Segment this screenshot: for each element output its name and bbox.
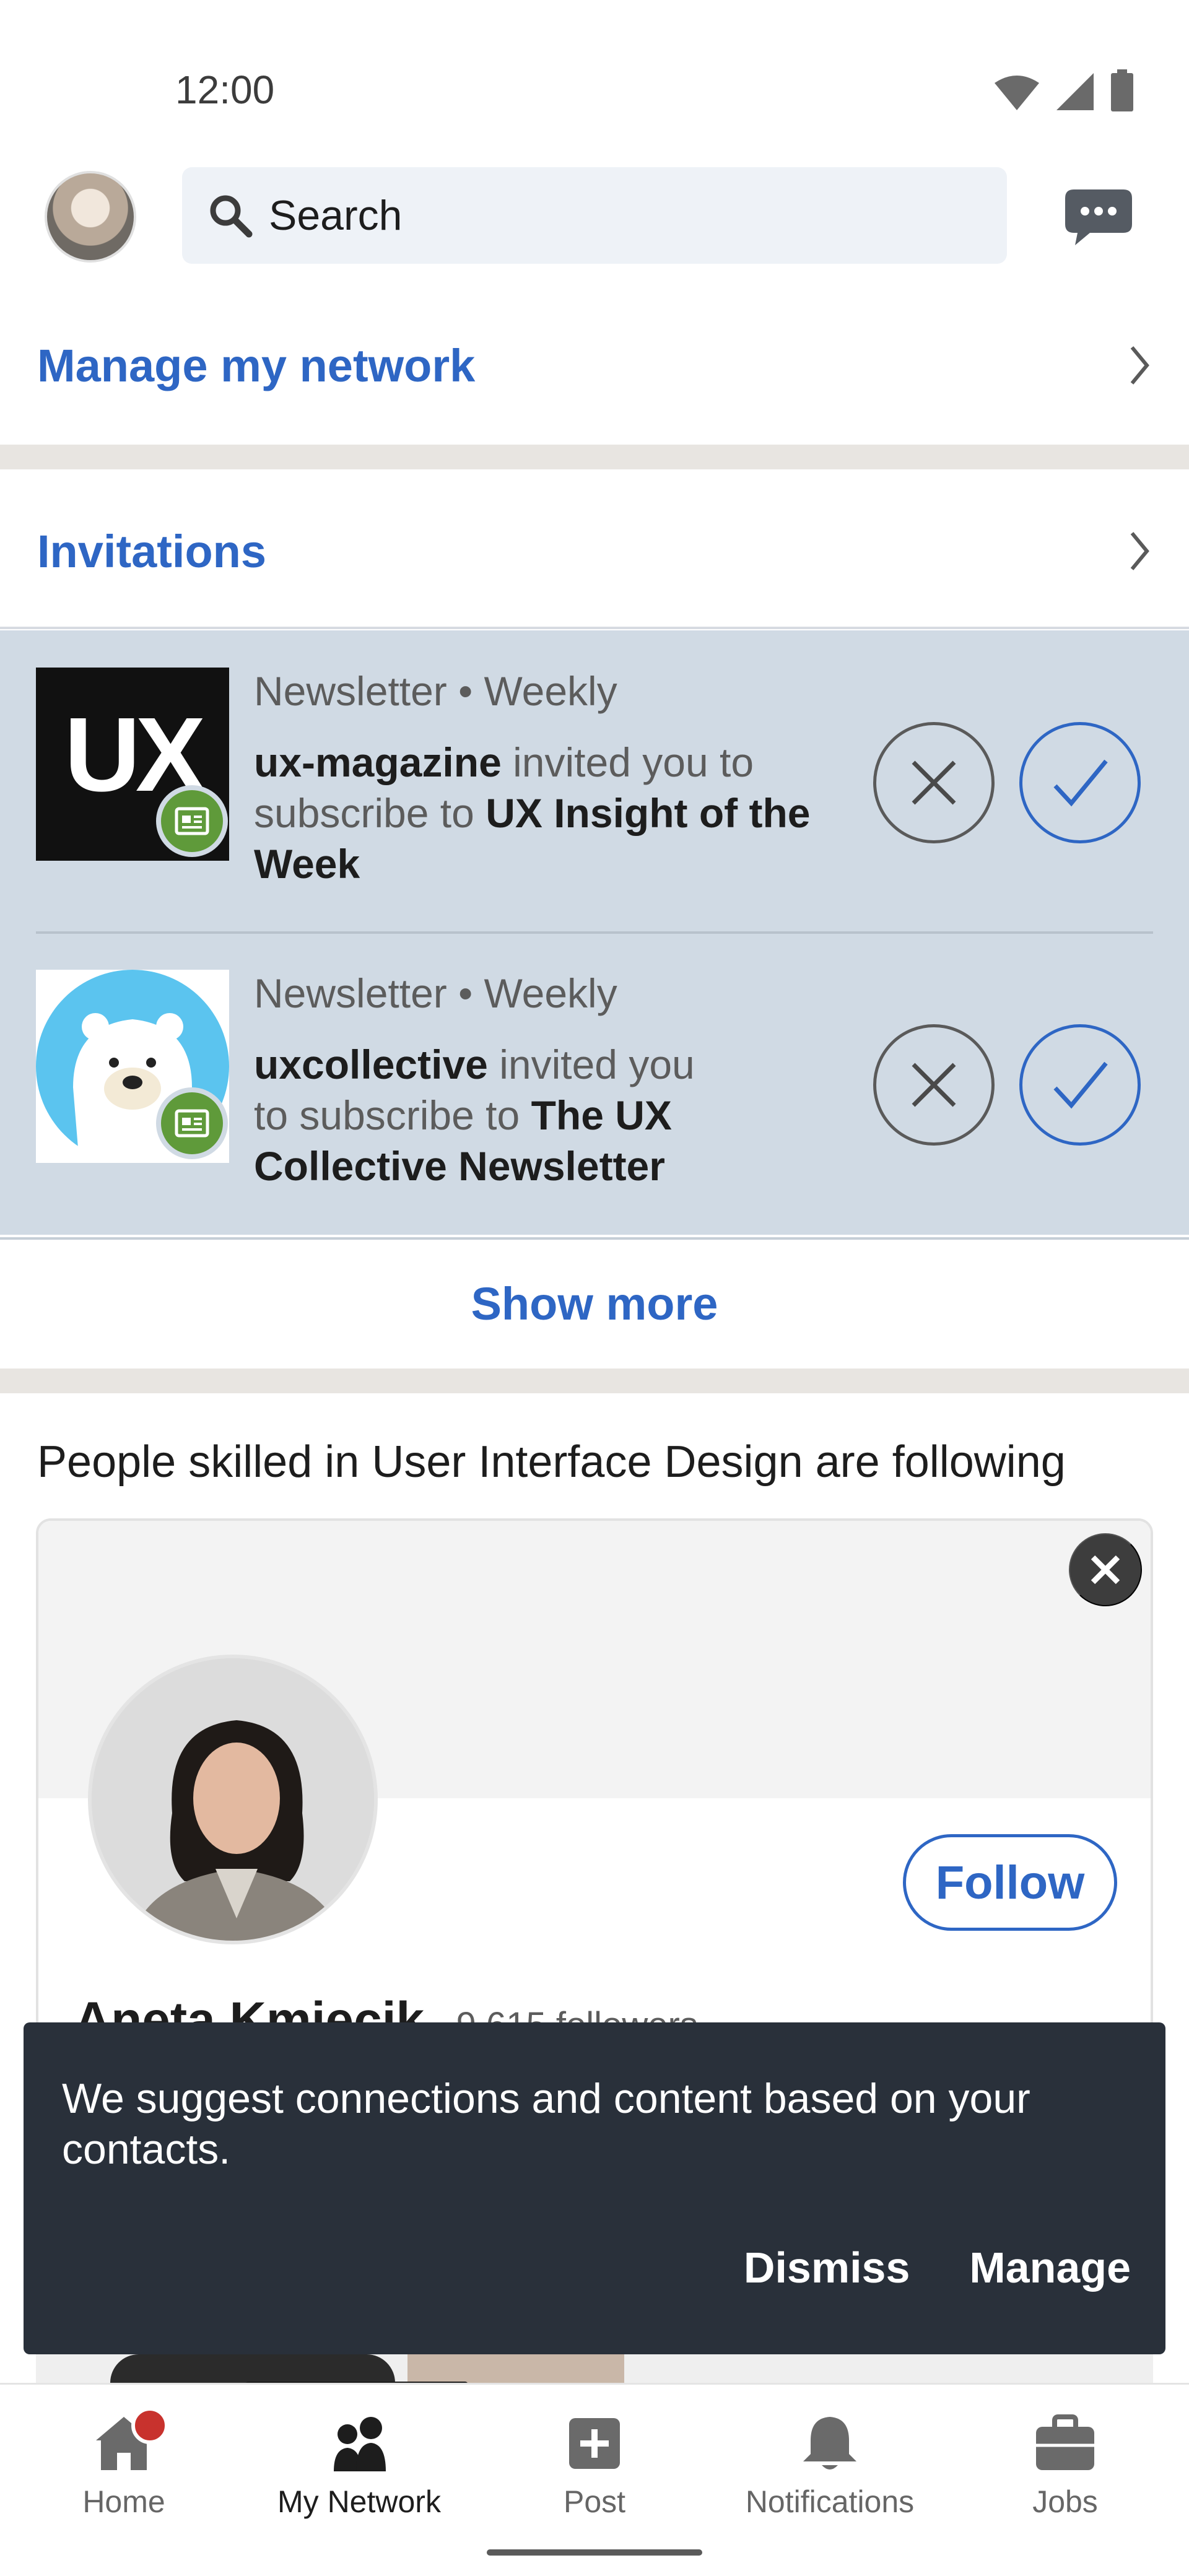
search-bar[interactable] [182, 167, 1007, 264]
checkmark-icon [1053, 759, 1108, 807]
nav-label-post: Post [563, 2484, 626, 2519]
section-separator [0, 1368, 1189, 1393]
suggestions-section-title: People skilled in User Interface Design … [37, 1437, 1066, 1487]
nav-item-my-network[interactable]: My Network [240, 2409, 478, 2533]
system-home-indicator [487, 2549, 702, 2556]
status-time: 12:00 [175, 67, 275, 112]
nav-label-home: Home [82, 2484, 165, 2519]
my-profile-avatar[interactable] [45, 171, 136, 263]
cellular-signal-icon [1056, 73, 1094, 110]
close-icon [1091, 1555, 1120, 1585]
manage-my-network-label: Manage my network [37, 339, 476, 391]
close-icon [912, 1063, 956, 1107]
nav-item-post[interactable]: Post [476, 2409, 713, 2533]
snackbar-actions: Dismiss Manage [744, 2243, 1131, 2292]
messaging-icon[interactable] [1061, 186, 1136, 248]
preview-shape [407, 2354, 624, 2383]
invitation-meta: Newsletter • Weekly [254, 970, 617, 1016]
follow-button[interactable]: Follow [903, 1834, 1117, 1931]
nav-label-jobs: Jobs [1032, 2484, 1098, 2519]
next-card-preview [36, 2354, 1153, 2383]
manage-button[interactable]: Manage [969, 2243, 1131, 2292]
section-separator [0, 445, 1189, 469]
chevron-right-icon [1130, 532, 1149, 570]
network-icon [334, 2417, 386, 2471]
wifi-icon [995, 76, 1039, 110]
manage-my-network-row[interactable]: Manage my network [0, 322, 1189, 409]
dismiss-button[interactable]: Dismiss [744, 2243, 910, 2292]
briefcase-icon [1036, 2414, 1094, 2470]
invitation-text: ux-magazine invited you to subscribe to … [254, 737, 836, 889]
bell-icon [803, 2417, 856, 2469]
newsletter-badge-icon [156, 1087, 228, 1159]
battery-icon [1111, 69, 1133, 111]
ignore-invitation-button[interactable] [873, 1024, 995, 1146]
post-icon [569, 2418, 620, 2469]
ignore-invitation-button[interactable] [873, 722, 995, 843]
search-icon [210, 195, 253, 238]
preview-shape [110, 2354, 395, 2383]
invitation-sender[interactable]: ux-magazine [254, 739, 502, 785]
person-suggestion-card[interactable]: Follow Aneta Kmiecik · 9,615 followers [36, 1518, 1153, 2076]
invitations-label: Invitations [37, 525, 267, 577]
snackbar-message: We suggest connections and content based… [62, 2075, 1030, 2173]
close-icon [912, 760, 956, 805]
nav-item-home[interactable]: Home [5, 2409, 243, 2533]
nav-item-jobs[interactable]: Jobs [946, 2409, 1184, 2533]
accept-invitation-button[interactable] [1019, 1024, 1141, 1146]
linkedin-my-network-page: 12:00 Manage my network Invitations UX [0, 0, 1189, 2576]
bottom-navigation: Home My Network Post Notifications Jobs [0, 2383, 1189, 2576]
nav-label-my-network: My Network [277, 2484, 441, 2519]
invitation-card: Newsletter • Weekly uxcollective invited… [0, 933, 1189, 1235]
person-photo-icon [92, 1658, 374, 1941]
status-bar: 12:00 [0, 0, 1189, 149]
invitation-sender[interactable]: uxcollective [254, 1042, 488, 1087]
contacts-snackbar: We suggest connections and content based… [24, 2022, 1165, 2354]
accept-invitation-button[interactable] [1019, 722, 1141, 843]
invitation-text: uxcollective invited you to subscribe to… [254, 1039, 725, 1191]
invitation-meta: Newsletter • Weekly [254, 668, 617, 714]
nav-label-notifications: Notifications [745, 2484, 915, 2519]
show-more-button[interactable]: Show more [0, 1237, 1189, 1367]
newsletter-badge-icon [156, 785, 228, 857]
nav-item-notifications[interactable]: Notifications [711, 2409, 949, 2533]
chevron-right-icon [1130, 346, 1149, 385]
dismiss-suggestion-button[interactable] [1069, 1533, 1142, 1606]
search-input[interactable] [269, 191, 950, 240]
invitations-row[interactable]: Invitations [0, 508, 1189, 594]
divider [0, 627, 1189, 629]
checkmark-icon [1053, 1061, 1108, 1109]
invitation-card: UX Newsletter • Weekly ux-magazine invit… [0, 630, 1189, 933]
status-icons [993, 69, 1135, 111]
profile-photo[interactable] [88, 1655, 378, 1944]
notification-dot [131, 2407, 168, 2444]
